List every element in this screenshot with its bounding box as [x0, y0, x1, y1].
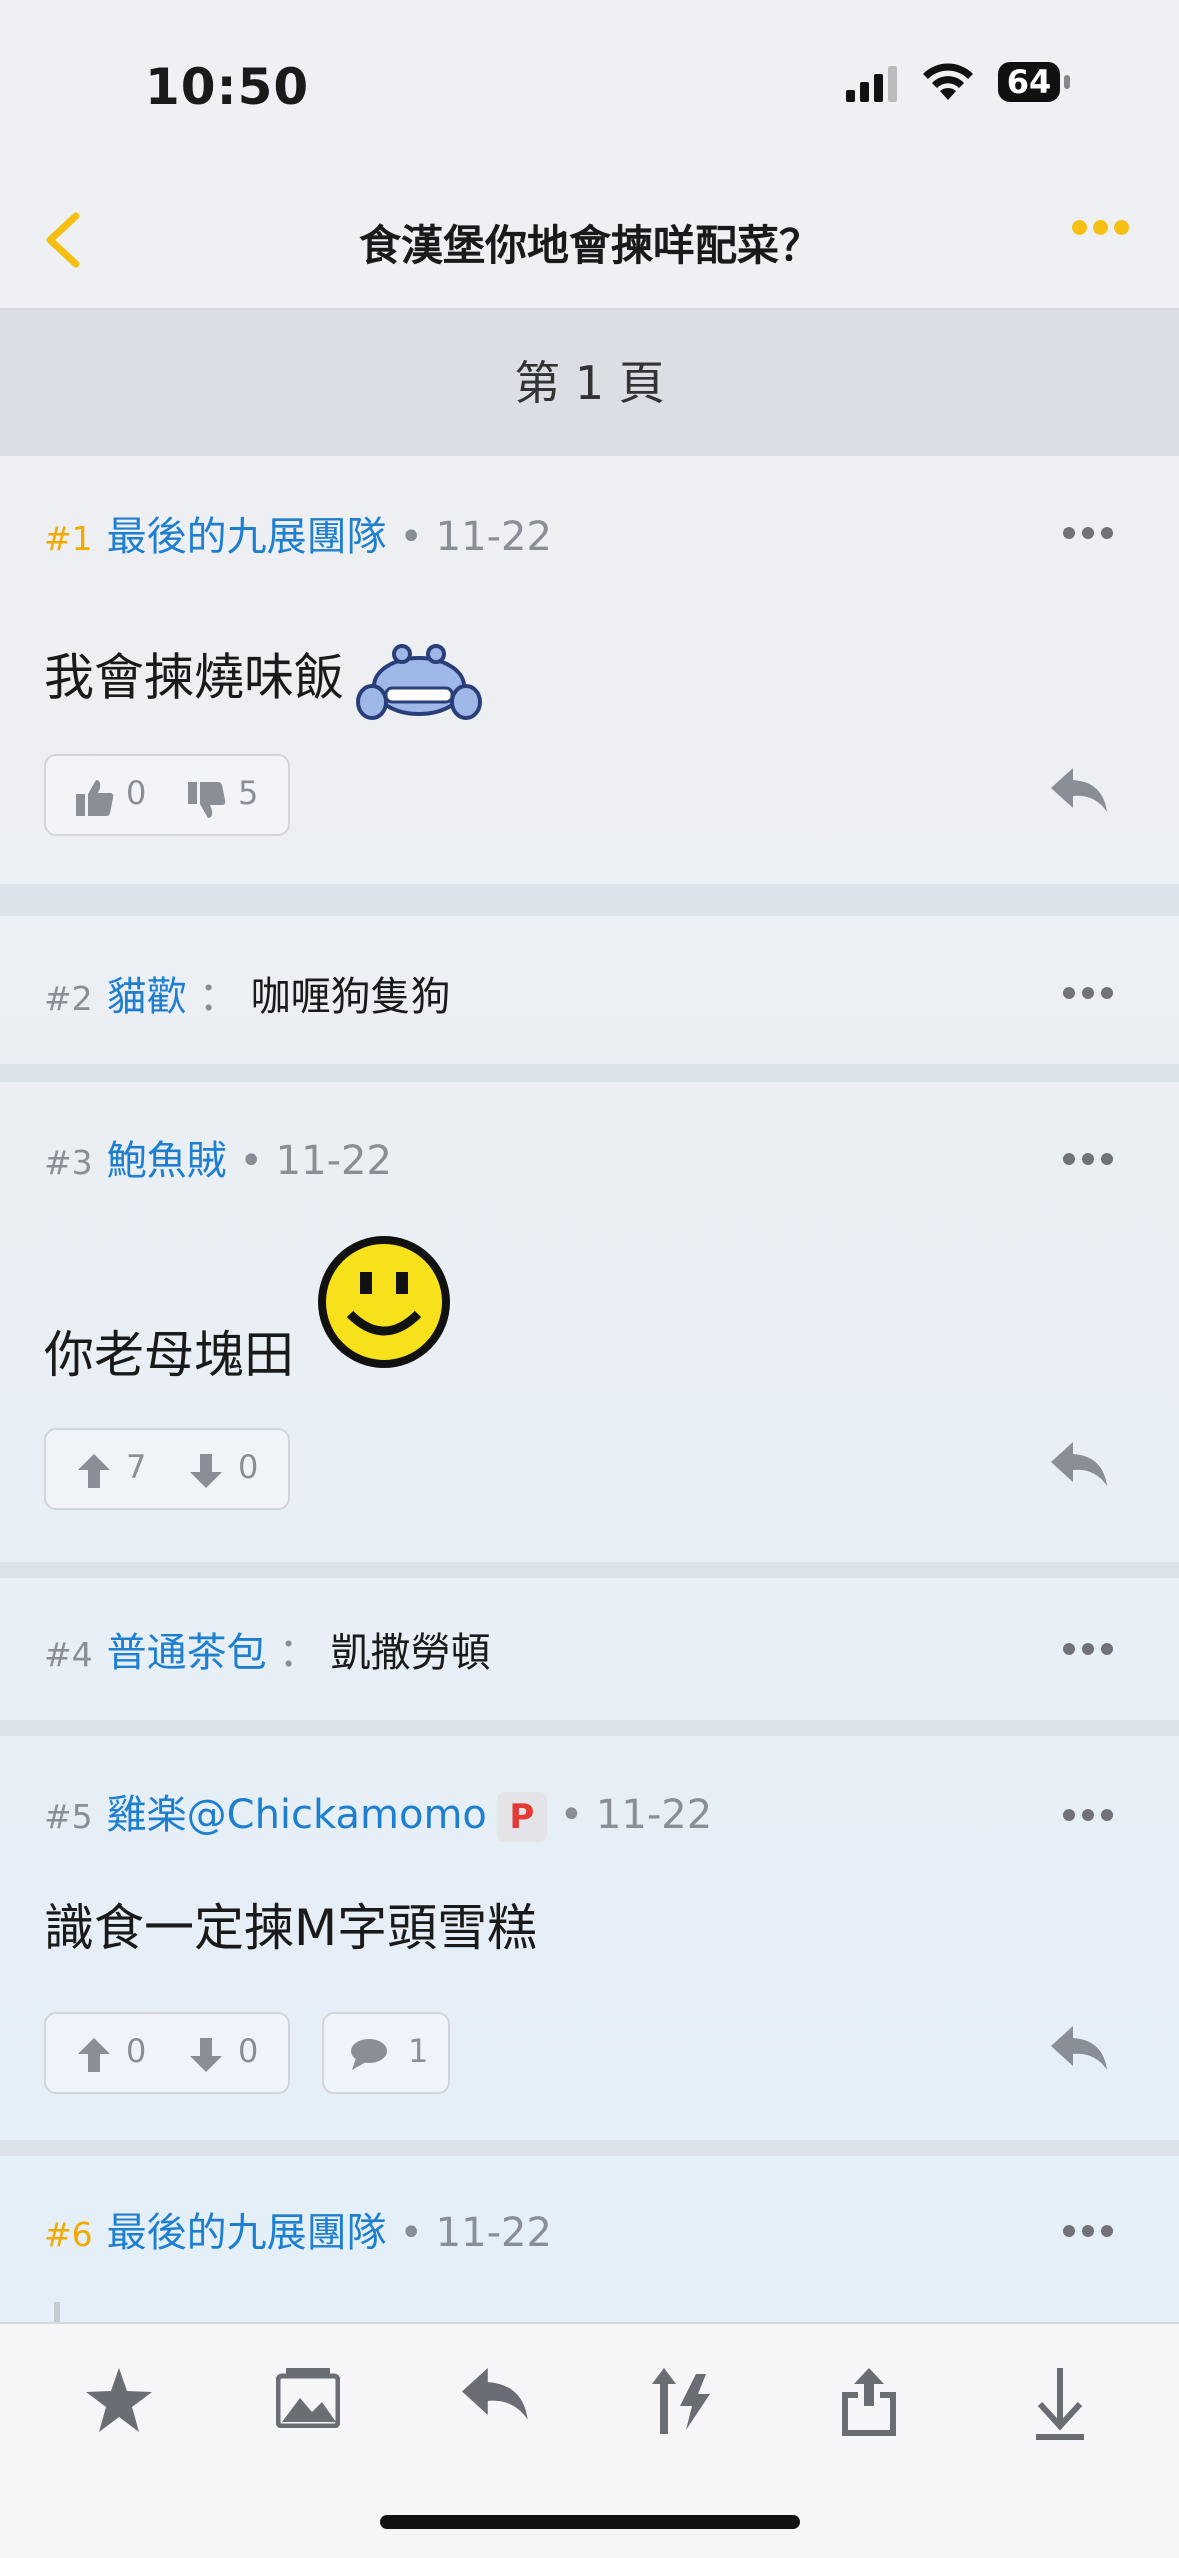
arrow-up-icon[interactable] — [78, 2038, 110, 2072]
arrow-up-icon[interactable] — [78, 1454, 110, 1488]
post-3: #3 鮑魚賊 • 11-22 你老母塊田 7 0 — [0, 1082, 1179, 1562]
post-separator — [0, 884, 1179, 916]
post-separator — [0, 1064, 1179, 1082]
post-header: #1 最後的九展團隊 • 11-22 — [44, 504, 552, 562]
quote-bar — [54, 2302, 60, 2322]
share-icon[interactable] — [842, 2368, 896, 2436]
post-2: #2 貓歡：咖喱狗隻狗 — [0, 916, 1179, 1064]
premium-badge: P — [496, 1792, 547, 1842]
post-content: 你老母塊田 — [44, 1232, 454, 1387]
back-chevron-icon[interactable] — [36, 210, 96, 270]
reply-icon[interactable] — [1051, 1442, 1109, 1488]
post-number: #2 — [44, 979, 93, 1018]
post-6: #6 最後的九展團隊 • 11-22 — [0, 2156, 1179, 2322]
post-more-button[interactable] — [1056, 2222, 1113, 2241]
post-4: #4 普通茶包：凱撒勞頓 — [0, 1578, 1179, 1720]
comment-count: 1 — [408, 2032, 429, 2070]
post-username[interactable]: 雞楽@Chickamomo — [107, 1792, 487, 1838]
more-menu-button[interactable] — [1072, 220, 1135, 239]
post-header: #6 最後的九展團隊 • 11-22 — [44, 2200, 552, 2258]
post-number: #4 — [44, 1635, 93, 1674]
post-number: #6 — [44, 2215, 93, 2254]
arrow-down-icon[interactable] — [190, 2038, 222, 2072]
downvote-count: 0 — [238, 1448, 259, 1486]
post-more-button[interactable] — [1056, 524, 1113, 543]
post-number: #1 — [44, 519, 93, 558]
reply-icon[interactable] — [462, 2368, 530, 2422]
vote-box: 0 5 — [44, 754, 290, 836]
comment-bubble-icon — [351, 2039, 387, 2070]
vote-box: 0 0 — [44, 2012, 290, 2094]
post-number: #3 — [44, 1143, 93, 1182]
post-header: #5 雞楽@Chickamomo P • 11-22 — [44, 1782, 712, 1842]
post-more-button[interactable] — [1056, 984, 1113, 1003]
post-separator — [0, 2140, 1179, 2156]
post-more-button[interactable] — [1056, 1806, 1113, 1825]
battery-tip — [1064, 75, 1070, 89]
download-icon[interactable] — [1036, 2368, 1084, 2440]
post-date: • 11-22 — [399, 514, 552, 560]
nav-bar: 食漢堡你地會揀咩配菜？ — [0, 170, 1179, 310]
post-username[interactable]: 最後的九展團隊 — [107, 514, 387, 560]
reply-icon[interactable] — [1051, 768, 1109, 814]
post-5: #5 雞楽@Chickamomo P • 11-22 識食一定揀M字頭雪糕 0 0 … — [0, 1736, 1179, 2140]
thread-title: 食漢堡你地會揀咩配菜？ — [358, 221, 821, 270]
post-header: #2 貓歡：咖喱狗隻狗 — [44, 964, 451, 1022]
post-date: • 11-22 — [559, 1792, 713, 1838]
post-more-button[interactable] — [1056, 1640, 1113, 1659]
smiley-emoticon-icon — [317, 1236, 450, 1368]
more-dot-icon — [1072, 220, 1087, 235]
post-number: #5 — [44, 1797, 93, 1836]
signal-icon — [846, 66, 897, 102]
arrow-down-icon[interactable] — [190, 1454, 222, 1488]
thumbs-up-icon[interactable] — [76, 780, 114, 816]
post-username[interactable]: 普通茶包 — [107, 1630, 267, 1676]
battery-icon: 64 — [998, 62, 1060, 102]
post-header: #3 鮑魚賊 • 11-22 — [44, 1128, 392, 1186]
upvote-count: 0 — [126, 2032, 147, 2070]
post-username[interactable]: 鮑魚賊 — [107, 1138, 227, 1184]
post-1: #1 最後的九展團隊 • 11-22 我會揀燒味飯 0 5 — [0, 456, 1179, 884]
post-more-button[interactable] — [1056, 1150, 1113, 1169]
post-content: 我會揀燒味飯 — [44, 636, 484, 726]
post-text: 咖喱狗隻狗 — [250, 974, 451, 1020]
vote-box: 7 0 — [44, 1428, 290, 1510]
post-colon: ： — [198, 974, 239, 1020]
post-text: 識食一定揀M字頭雪糕 — [44, 1899, 538, 1957]
post-date: • 11-22 — [239, 1138, 392, 1184]
more-dot-icon — [1093, 220, 1108, 235]
dislike-count: 5 — [238, 774, 259, 812]
more-dot-icon — [1114, 220, 1129, 235]
post-colon: ： — [278, 1630, 319, 1676]
like-count: 0 — [126, 774, 147, 812]
post-username[interactable]: 最後的九展團隊 — [107, 2210, 387, 2256]
comment-count-button[interactable]: 1 — [322, 2012, 450, 2094]
post-separator — [0, 1562, 1179, 1578]
post-text: 你老母塊田 — [44, 1326, 294, 1384]
home-indicator — [380, 2515, 800, 2529]
status-time: 10:50 — [145, 58, 310, 116]
post-text: 我會揀燒味飯 — [44, 648, 344, 707]
sort-icon[interactable] — [652, 2368, 714, 2434]
reply-icon[interactable] — [1051, 2026, 1109, 2072]
post-separator — [0, 1720, 1179, 1736]
upvote-count: 7 — [126, 1448, 147, 1486]
page-indicator[interactable]: 第 1 頁 — [0, 310, 1179, 456]
star-icon[interactable] — [86, 2368, 152, 2432]
post-text: 凱撒勞頓 — [330, 1630, 491, 1676]
post-username[interactable]: 貓歡 — [107, 974, 187, 1020]
post-header: #4 普通茶包：凱撒勞頓 — [44, 1620, 491, 1678]
post-date: • 11-22 — [399, 2210, 552, 2256]
downvote-count: 0 — [238, 2032, 259, 2070]
image-icon[interactable] — [276, 2368, 340, 2428]
hippo-emoticon-icon — [355, 644, 482, 720]
status-bar: 10:50 64 — [0, 0, 1179, 170]
thumbs-down-icon[interactable] — [188, 782, 226, 818]
wifi-icon — [923, 63, 973, 100]
